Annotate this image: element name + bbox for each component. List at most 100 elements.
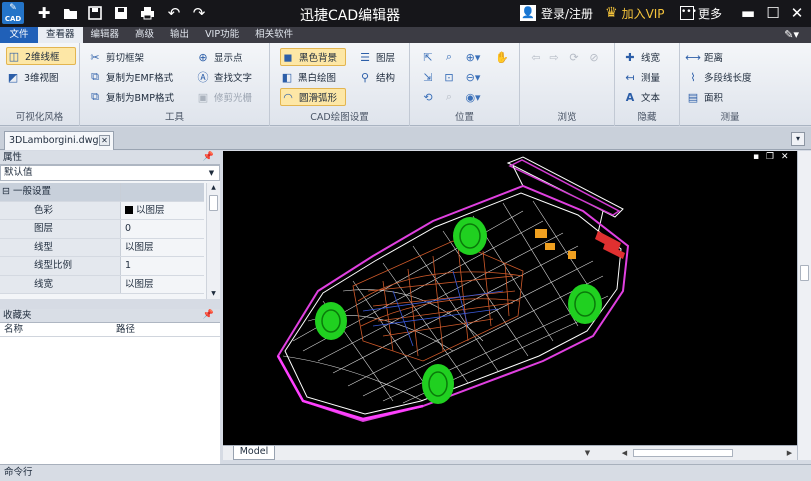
show-points-button[interactable]: ⊕ 显示点 <box>196 48 242 66</box>
favorites-panel: 收藏夹 📌 名称 路径 <box>0 309 220 464</box>
tab-viewer[interactable]: 查看器 <box>38 27 83 43</box>
fit-icon[interactable]: ⇲ <box>420 69 436 85</box>
tab-vip[interactable]: VIP功能 <box>197 27 247 43</box>
property-row[interactable]: 线宽 以图层 <box>0 275 204 294</box>
tab-advanced[interactable]: 高级 <box>127 27 162 43</box>
more-icon: ••• <box>680 6 697 20</box>
clip-frame-button[interactable]: ✂ 剪切框架 <box>88 48 144 66</box>
refresh-icon[interactable]: ⟳ <box>566 49 582 65</box>
view3d-button[interactable]: ◩ 3维视图 <box>6 68 59 86</box>
scroll-thumb[interactable] <box>209 195 218 211</box>
properties-scrollbar[interactable]: ▲ ▼ <box>206 183 220 299</box>
line-width-button[interactable]: ✚ 线宽 <box>623 48 660 66</box>
viewport-close-icon[interactable]: ✕ <box>781 152 789 162</box>
properties-selector[interactable]: 默认值 ▼ <box>0 165 220 181</box>
black-background-button[interactable]: ◼ 黑色背景 <box>280 48 346 66</box>
tab-editor[interactable]: 编辑器 <box>83 27 128 43</box>
group-label: 浏览 <box>557 112 577 123</box>
viewport-menu-icon[interactable]: ▪ <box>753 152 759 162</box>
maximize-icon[interactable]: ☐ <box>762 3 784 23</box>
pin-icon[interactable]: 📌 <box>203 151 214 164</box>
wire2d-button[interactable]: ◫ 2维线框 <box>6 47 76 65</box>
zoom-previous-icon[interactable]: ⌕ <box>441 89 457 105</box>
more-button[interactable]: ••• 更多 <box>680 4 722 22</box>
back-icon[interactable]: ⇦ <box>528 49 544 65</box>
save-as-icon[interactable] <box>111 4 131 22</box>
group-hide: ✚ 线宽 ↤ 测量 A 文本 隐藏 <box>615 43 680 126</box>
pin-icon[interactable]: 📌 <box>203 309 214 322</box>
tab-list-dropdown-icon[interactable]: ▾ <box>791 132 805 146</box>
column-header-path[interactable]: 路径 <box>112 323 135 336</box>
view-3d-icon: ◩ <box>7 70 19 84</box>
tab-file[interactable]: 文件 <box>0 27 38 43</box>
group-label: 隐藏 <box>637 112 657 123</box>
stop-icon[interactable]: ⊘ <box>586 49 602 65</box>
login-button[interactable]: 👤 登录/注册 <box>520 4 593 22</box>
clip-frame-icon: ✂ <box>90 50 100 64</box>
group-draw-settings: ◼ 黑色背景 ◧ 黑白绘图 ◠ 圆滑弧形 ☰ 图层 ⚲ 结构 CAD绘图设置 <box>270 43 410 126</box>
save-icon[interactable] <box>85 4 105 22</box>
title-bar: ✎ CAD ✚ ↶ ↷ 迅捷CAD编辑器 👤 登录/注册 ♛ 加入VIP •••… <box>0 0 811 27</box>
property-row[interactable]: 线型 以图层 <box>0 238 204 257</box>
bw-drawing-button[interactable]: ◧ 黑白绘图 <box>280 68 336 86</box>
zoom-window-icon[interactable]: ⌕ <box>441 49 457 65</box>
trim-raster-button[interactable]: ▣ 修剪光栅 <box>196 88 252 106</box>
zoom-out-icon[interactable]: ⊖▾ <box>465 69 481 85</box>
new-file-icon[interactable]: ✚ <box>34 4 54 22</box>
zoom-extents-icon[interactable]: ⊡ <box>441 69 457 85</box>
zoom-in-icon[interactable]: ⊕▾ <box>465 49 481 65</box>
find-text-button[interactable]: Ⓐ 查找文字 <box>196 68 253 86</box>
property-row[interactable]: 色彩 以图层 <box>0 201 204 220</box>
document-tab[interactable]: 3DLamborgini.dwg ✕ <box>4 131 114 150</box>
hand-icon[interactable]: ✋ <box>494 49 510 65</box>
drawing-canvas[interactable]: ▪ ❐ ✕ <box>223 151 797 445</box>
scroll-right-icon[interactable]: ▶ <box>783 447 796 460</box>
area-button[interactable]: ▤ 面积 <box>686 88 723 106</box>
forward-icon[interactable]: ⇨ <box>546 49 562 65</box>
wheel-rear-right <box>568 284 602 324</box>
tab-output[interactable]: 输出 <box>162 27 197 43</box>
orbit-icon[interactable]: ⟲ <box>420 89 436 105</box>
scroll-left-icon[interactable]: ◀ <box>618 447 631 460</box>
scroll-thumb[interactable] <box>800 265 809 281</box>
pan-icon[interactable]: ⇱ <box>420 49 436 65</box>
structure-button[interactable]: ⚲ 结构 <box>358 68 395 86</box>
text-toggle-button[interactable]: A 文本 <box>623 88 660 106</box>
property-category[interactable]: ⊟ 一般设置 <box>0 183 204 202</box>
layers-button[interactable]: ☰ 图层 <box>358 48 395 66</box>
distance-icon: ⟷ <box>685 50 701 64</box>
tab-model[interactable]: Model <box>233 446 275 460</box>
minimize-icon[interactable]: ▬ <box>737 3 759 23</box>
app-logo: ✎ CAD <box>2 2 24 24</box>
redo-icon[interactable]: ↷ <box>189 4 209 22</box>
close-tab-icon[interactable]: ✕ <box>99 135 110 146</box>
group-tools: ✂ 剪切框架 ⧉ 复制为EMF格式 ⧉ 复制为BMP格式 ⊕ 显示点 Ⓐ 查找文字 ▣ 修剪… <box>80 43 270 126</box>
horizontal-scroll-thumb[interactable] <box>633 449 733 457</box>
print-icon[interactable] <box>137 4 157 22</box>
ribbon-tabs: 文件 查看器 编辑器 高级 输出 VIP功能 相关软件 ✎▾ <box>0 27 811 43</box>
vip-button[interactable]: ♛ 加入VIP <box>605 4 665 22</box>
copy-emf-button[interactable]: ⧉ 复制为EMF格式 <box>88 68 173 86</box>
group-label: 测量 <box>720 112 740 123</box>
app-title: 迅捷CAD编辑器 <box>300 8 401 24</box>
open-folder-icon[interactable] <box>60 4 80 22</box>
close-icon[interactable]: ✕ <box>786 3 808 23</box>
canvas-vertical-scrollbar[interactable] <box>797 151 811 460</box>
chevron-down-icon[interactable]: ▼ <box>581 447 594 460</box>
undo-icon[interactable]: ↶ <box>164 4 184 22</box>
show-points-icon: ⊕ <box>198 50 208 64</box>
copy-bmp-button[interactable]: ⧉ 复制为BMP格式 <box>88 88 174 106</box>
wheel-rear-left <box>453 217 487 255</box>
view-sphere-icon[interactable]: ◉▾ <box>465 89 481 105</box>
distance-button[interactable]: ⟷ 距离 <box>685 48 723 66</box>
smooth-arc-button[interactable]: ◠ 圆滑弧形 <box>280 88 346 106</box>
collapse-icon[interactable]: ⊟ <box>2 186 10 197</box>
property-row[interactable]: 图层 0 <box>0 220 204 239</box>
help-icon[interactable]: ✎▾ <box>784 28 799 41</box>
tab-related-software[interactable]: 相关软件 <box>247 27 301 43</box>
viewport-restore-icon[interactable]: ❐ <box>766 152 774 162</box>
measure-toggle-button[interactable]: ↤ 测量 <box>623 68 660 86</box>
column-header-name[interactable]: 名称 <box>0 323 112 336</box>
property-row[interactable]: 线型比例 1 <box>0 257 204 276</box>
polyline-length-button[interactable]: ⌇ 多段线长度 <box>686 68 751 86</box>
